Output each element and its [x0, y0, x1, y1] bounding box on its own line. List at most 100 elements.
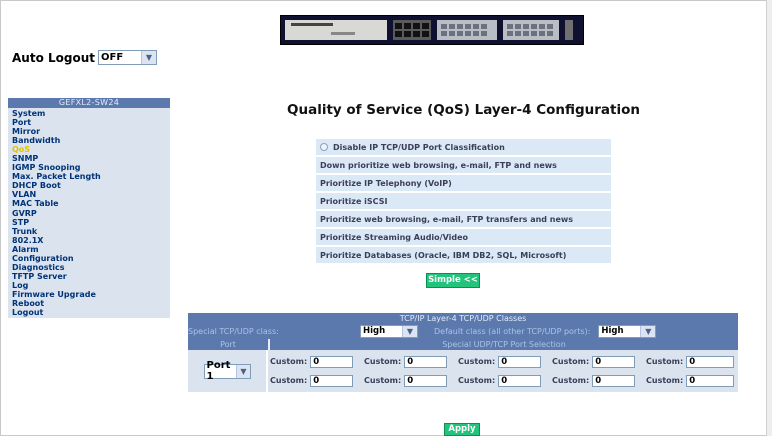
custom-label: Custom: — [552, 357, 590, 366]
sidebar-item-tftp-server[interactable]: TFTP Server — [8, 272, 170, 281]
sidebar-list: System Port Mirror Bandwidth QoS SNMP IG… — [8, 108, 170, 319]
sidebar-item-gvrp[interactable]: GVRP — [8, 209, 170, 218]
custom-label: Custom: — [364, 376, 402, 385]
custom-field-group: Custom: 0 — [644, 355, 738, 368]
sidebar-item-diagnostics[interactable]: Diagnostics — [8, 263, 170, 272]
sidebar-item-vlan[interactable]: VLAN — [8, 190, 170, 199]
frame-divider — [766, 0, 772, 436]
switch-right-end — [565, 20, 573, 40]
simple-button[interactable]: Simple << — [426, 273, 480, 288]
qos-option-prioritize-web[interactable]: Prioritize web browsing, e-mail, FTP tra… — [316, 211, 611, 229]
custom-field-group: Custom: 0 — [644, 374, 738, 387]
special-class-label: Special TCP/UDP class: — [188, 326, 279, 336]
sidebar-item-igmp-snooping[interactable]: IGMP Snooping — [8, 163, 170, 172]
default-class-label: Default class (all other TCP/UDP ports): — [434, 326, 591, 336]
port-selection-header-row: Port Special UDP/TCP Port Selection — [188, 339, 738, 350]
custom-field-group: Custom: 0 — [268, 355, 362, 368]
option-label: Disable IP TCP/UDP Port Classification — [333, 142, 505, 152]
custom-field-group: Custom: 0 — [550, 374, 644, 387]
switch-port-group-1 — [437, 20, 497, 40]
sidebar-item-reboot[interactable]: Reboot — [8, 299, 170, 308]
custom-port-input[interactable]: 0 — [686, 374, 735, 387]
sidebar-item-trunk[interactable]: Trunk — [8, 227, 170, 236]
custom-label: Custom: — [552, 376, 590, 385]
custom-row-2: Custom: 0 Custom: 0 Custom: 0 Custom: 0 Cust… — [268, 371, 738, 390]
custom-port-input[interactable]: 0 — [498, 374, 542, 387]
qos-option-databases[interactable]: Prioritize Databases (Oracle, IBM DB2, S… — [316, 247, 611, 265]
custom-port-input[interactable]: 0 — [404, 374, 448, 387]
custom-port-input[interactable]: 0 — [686, 355, 735, 368]
sidebar-item-port[interactable]: Port — [8, 118, 170, 127]
sidebar-item-mirror[interactable]: Mirror — [8, 127, 170, 136]
qos-option-streaming[interactable]: Prioritize Streaming Audio/Video — [316, 229, 611, 247]
switch-port-group-2 — [503, 20, 559, 40]
option-label: Prioritize iSCSI — [320, 196, 388, 206]
radio-selected-icon[interactable] — [320, 143, 328, 151]
table-title: TCP/IP Layer-4 TCP/UDP Classes — [188, 313, 738, 323]
sidebar-menu: GEFXL2-SW24 System Port Mirror Bandwidth… — [8, 98, 170, 319]
port-cell: Port 1 ▼ — [188, 350, 268, 392]
custom-label: Custom: — [458, 357, 496, 366]
custom-port-input[interactable]: 0 — [310, 374, 354, 387]
custom-label: Custom: — [646, 376, 684, 385]
chevron-down-icon: ▼ — [236, 364, 250, 378]
port-value: Port 1 — [206, 360, 231, 382]
selection-header: Special UDP/TCP Port Selection — [442, 340, 566, 349]
custom-field-group: Custom: 0 — [550, 355, 644, 368]
custom-port-input[interactable]: 0 — [498, 355, 542, 368]
option-label: Down prioritize web browsing, e-mail, FT… — [320, 160, 557, 170]
qos-option-down-prioritize-web[interactable]: Down prioritize web browsing, e-mail, FT… — [316, 157, 611, 175]
auto-logout-select[interactable]: OFF ▼ — [98, 50, 157, 65]
sidebar-item-stp[interactable]: STP — [8, 218, 170, 227]
qos-option-voip[interactable]: Prioritize IP Telephony (VoIP) — [316, 175, 611, 193]
sidebar-item-mac-table[interactable]: MAC Table — [8, 199, 170, 208]
tcp-udp-classes-table: TCP/IP Layer-4 TCP/UDP Classes Special T… — [188, 313, 738, 392]
sidebar-item-qos[interactable]: QoS — [8, 145, 170, 154]
custom-label: Custom: — [364, 357, 402, 366]
sidebar-item-snmp[interactable]: SNMP — [8, 154, 170, 163]
custom-label: Custom: — [458, 376, 496, 385]
custom-field-group: Custom: 0 — [362, 374, 456, 387]
sidebar-item-log[interactable]: Log — [8, 281, 170, 290]
sidebar-item-firmware-upgrade[interactable]: Firmware Upgrade — [8, 290, 170, 299]
special-class-value: High — [363, 326, 386, 336]
custom-port-input[interactable]: 0 — [404, 355, 448, 368]
switch-port-block — [393, 20, 431, 40]
custom-port-input[interactable]: 0 — [592, 355, 636, 368]
sidebar-item-system[interactable]: System — [8, 109, 170, 118]
custom-port-area: Custom: 0 Custom: 0 Custom: 0 Custom: 0 Cust… — [268, 350, 738, 392]
special-class-select[interactable]: High ▼ — [360, 324, 418, 338]
sidebar-item-dhcp-boot[interactable]: DHCP Boot — [8, 181, 170, 190]
auto-logout-value: OFF — [101, 52, 124, 63]
default-class-value: High — [601, 326, 624, 336]
auto-logout-control: Auto Logout OFF ▼ — [12, 50, 157, 65]
sidebar-title: GEFXL2-SW24 — [8, 98, 170, 108]
qos-option-iscsi[interactable]: Prioritize iSCSI — [316, 193, 611, 211]
option-label: Prioritize IP Telephony (VoIP) — [320, 178, 452, 188]
custom-field-group: Custom: 0 — [362, 355, 456, 368]
custom-field-group: Custom: 0 — [268, 374, 362, 387]
sidebar-item-max-packet-length[interactable]: Max. Packet Length — [8, 172, 170, 181]
apply-button[interactable]: Apply — [444, 423, 480, 436]
option-label: Prioritize Streaming Audio/Video — [320, 232, 469, 242]
sidebar-item-alarm[interactable]: Alarm — [8, 245, 170, 254]
auto-logout-label: Auto Logout — [12, 50, 95, 65]
custom-port-input[interactable]: 0 — [592, 374, 636, 387]
custom-label: Custom: — [646, 357, 684, 366]
sidebar-item-bandwidth[interactable]: Bandwidth — [8, 136, 170, 145]
custom-field-group: Custom: 0 — [456, 374, 550, 387]
qos-option-list: Disable IP TCP/UDP Port Classification D… — [316, 139, 611, 265]
chevron-down-icon: ▼ — [640, 325, 656, 337]
switch-front-panel-image — [280, 15, 584, 45]
page-title: Quality of Service (QoS) Layer-4 Configu… — [287, 102, 641, 118]
default-class-select[interactable]: High ▼ — [598, 324, 657, 338]
custom-port-input[interactable]: 0 — [310, 355, 354, 368]
custom-label: Custom: — [270, 357, 308, 366]
option-label: Prioritize Databases (Oracle, IBM DB2, S… — [320, 250, 567, 260]
sidebar-item-logout[interactable]: Logout — [8, 308, 170, 317]
chevron-down-icon: ▼ — [141, 51, 156, 64]
qos-option-disable[interactable]: Disable IP TCP/UDP Port Classification — [316, 139, 611, 157]
sidebar-item-802-1x[interactable]: 802.1X — [8, 236, 170, 245]
port-select[interactable]: Port 1 ▼ — [203, 360, 251, 382]
sidebar-item-configuration[interactable]: Configuration — [8, 254, 170, 263]
